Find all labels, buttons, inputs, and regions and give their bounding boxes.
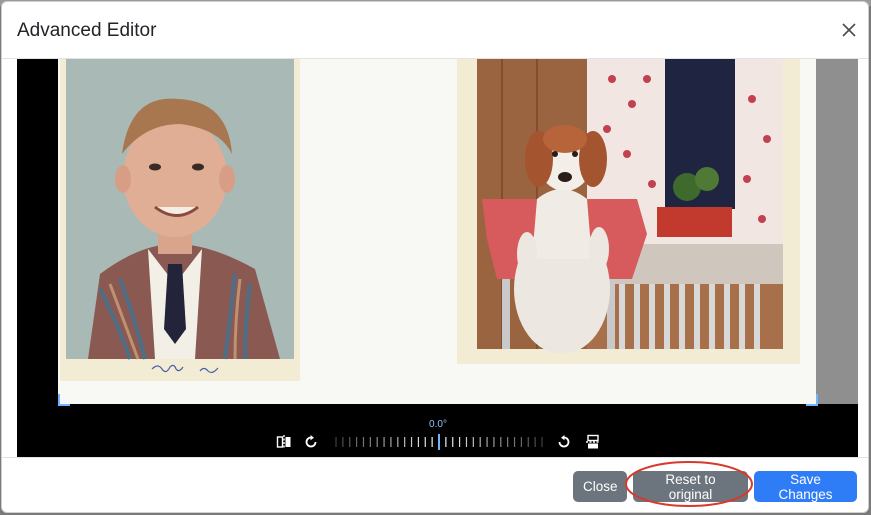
save-changes-button[interactable]: Save Changes (754, 471, 857, 502)
crop-handle-bottom-left[interactable] (58, 394, 70, 406)
rotate-counterclockwise-icon[interactable] (556, 434, 572, 450)
crop-handle-bottom-right[interactable] (806, 394, 818, 406)
close-button[interactable]: Close (573, 471, 627, 502)
modal-title: Advanced Editor (17, 20, 157, 41)
close-icon[interactable] (840, 21, 858, 39)
rotation-slider[interactable] (334, 434, 544, 450)
flip-horizontal-icon[interactable] (276, 434, 292, 450)
rotation-angle-readout: 0.0° (429, 419, 447, 430)
image-canvas[interactable] (58, 59, 816, 404)
image-editor-area: 0.0° (17, 59, 858, 457)
dog-photo (457, 59, 800, 364)
portrait-photo (60, 59, 300, 381)
rotate-clockwise-icon[interactable] (303, 434, 319, 450)
advanced-editor-modal: Advanced Editor 0.0° Close Reset to orig… (1, 1, 869, 513)
reset-to-original-button[interactable]: Reset to original (633, 471, 748, 502)
right-shade (816, 59, 858, 404)
modal-footer: Close Reset to original Save Changes (2, 457, 868, 512)
modal-header: Advanced Editor (2, 2, 868, 59)
flip-vertical-icon[interactable] (585, 434, 601, 450)
editor-controls: 0.0° (17, 414, 858, 457)
